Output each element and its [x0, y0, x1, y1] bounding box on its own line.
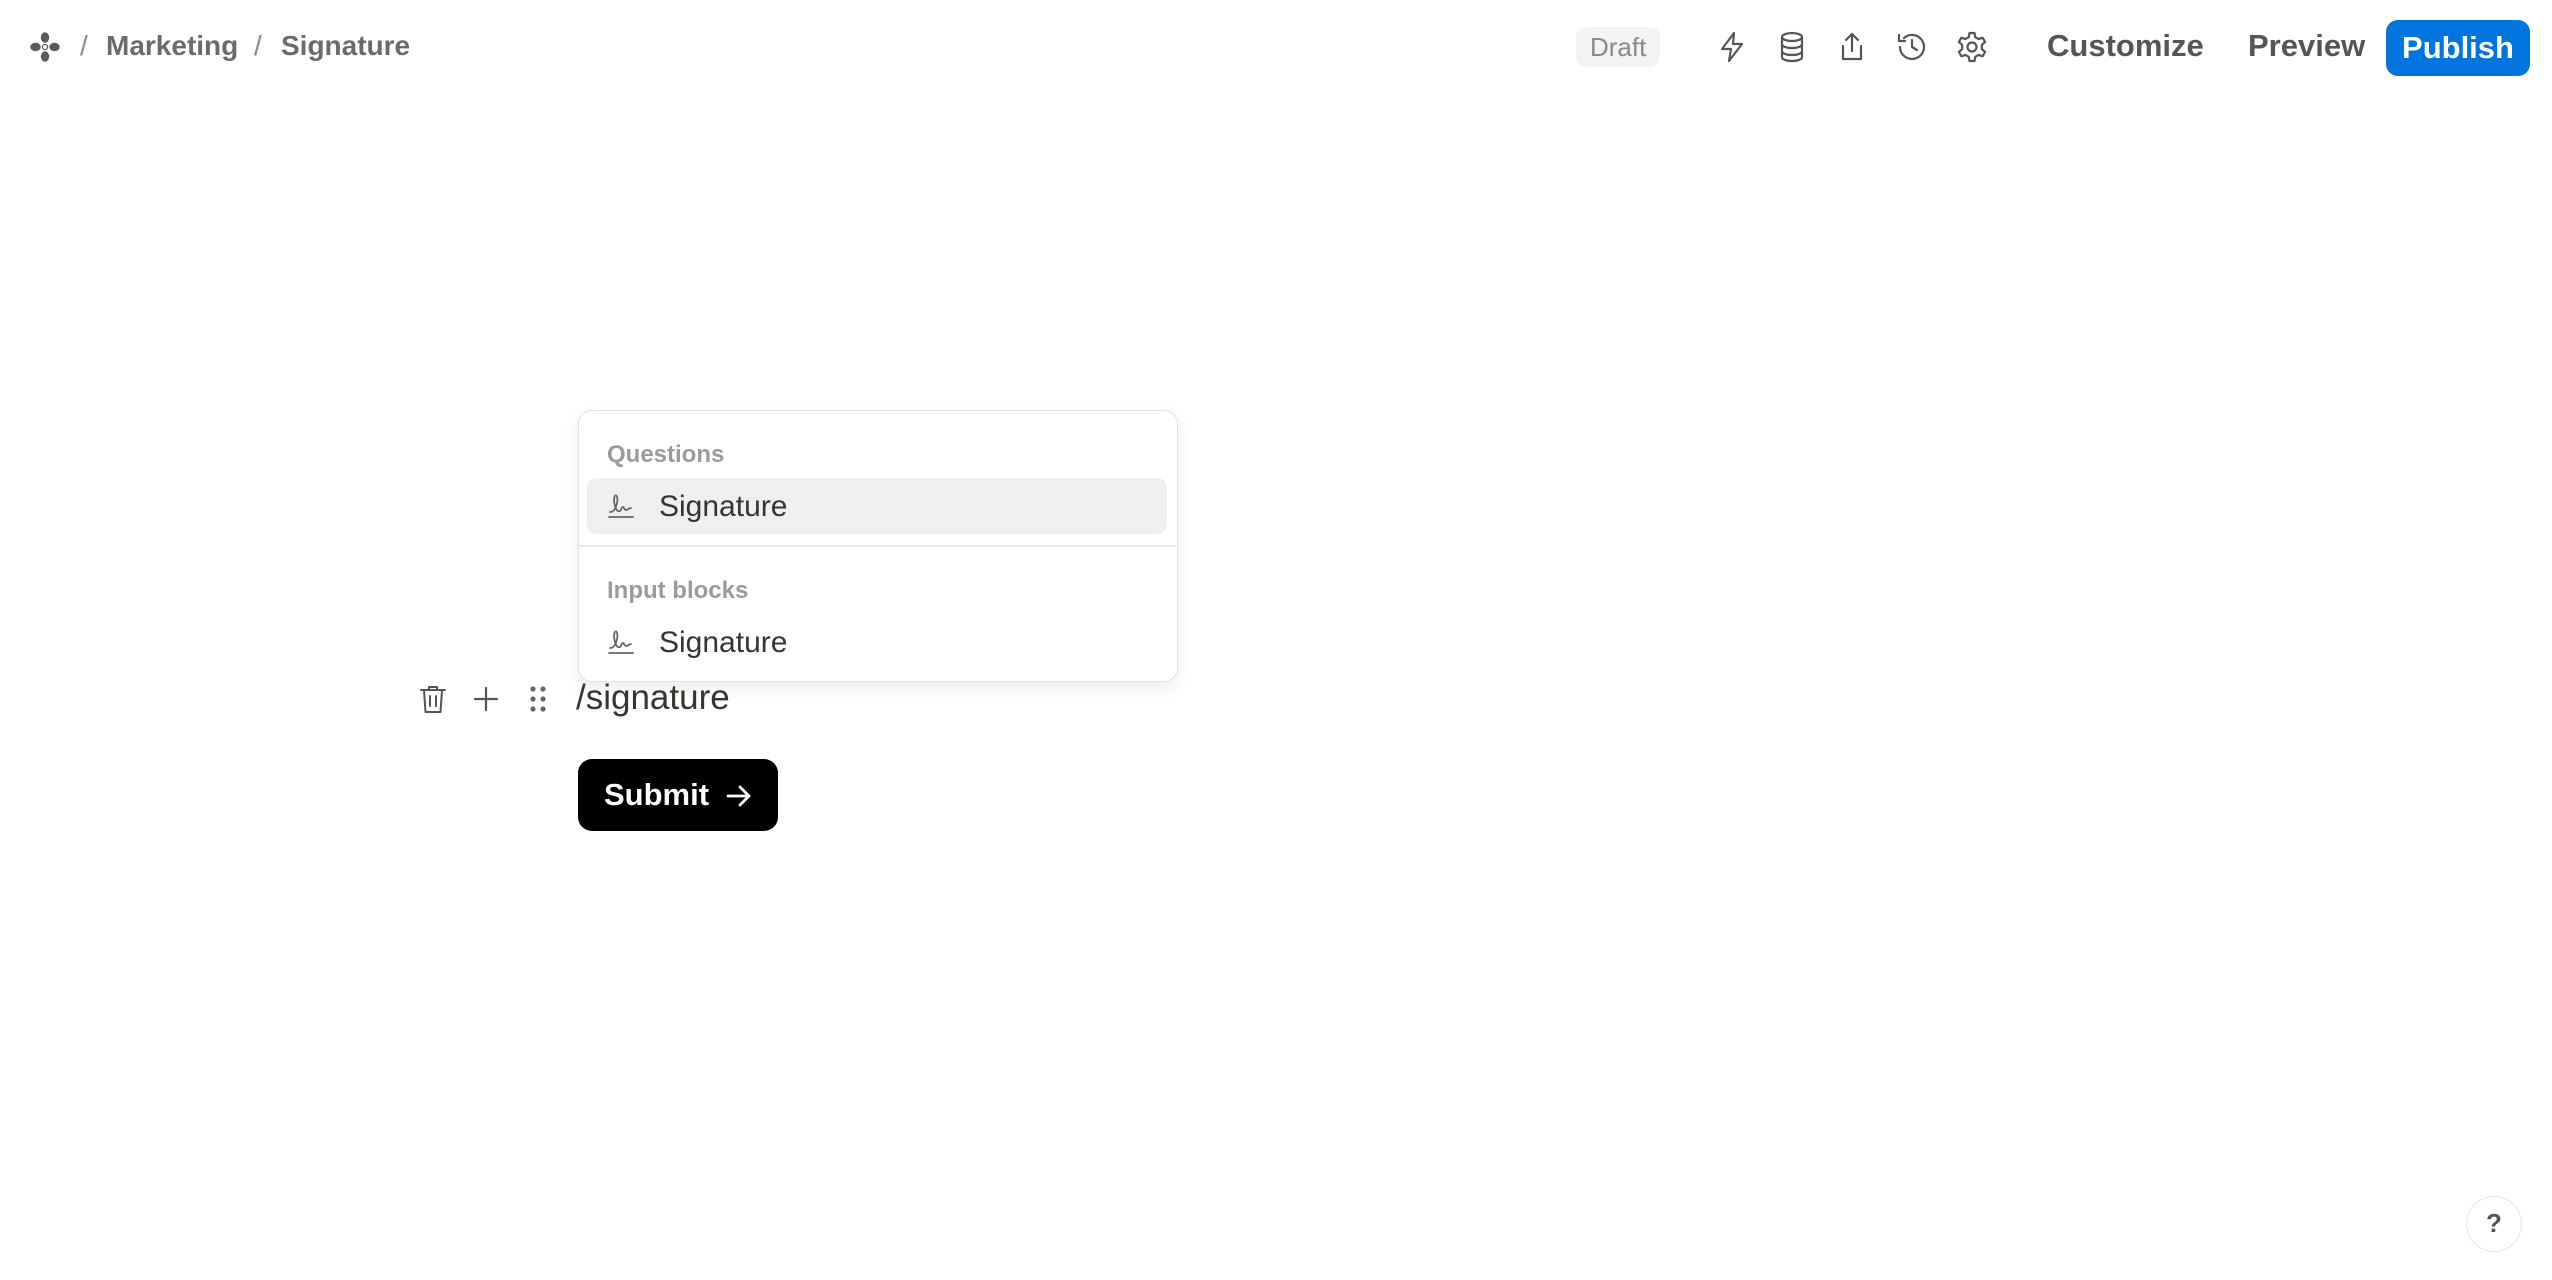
menu-section-header: Questions [607, 441, 725, 468]
workspace-logo-icon[interactable] [28, 30, 62, 64]
history-icon[interactable] [1895, 30, 1929, 64]
database-icon[interactable] [1775, 30, 1809, 64]
help-button[interactable]: ? [2466, 1196, 2522, 1252]
page: / Marketing / Signature Draft Customize … [0, 0, 2552, 1280]
breadcrumb-page[interactable]: Signature [281, 30, 410, 62]
drag-handle-icon[interactable] [521, 682, 555, 716]
customize-button[interactable]: Customize [2047, 28, 2204, 64]
breadcrumb-separator: / [80, 30, 88, 61]
block-command-menu: Questions Signature Input blocks Signatu… [578, 410, 1178, 682]
submit-button[interactable]: Submit [578, 759, 778, 831]
menu-item-signature-question[interactable]: Signature [587, 478, 1167, 534]
add-block-icon[interactable] [469, 682, 503, 716]
settings-icon[interactable] [1955, 30, 1989, 64]
signature-icon [605, 626, 637, 658]
breadcrumb-workspace[interactable]: Marketing [106, 30, 238, 62]
menu-section-header: Input blocks [607, 577, 749, 604]
menu-item-label: Signature [659, 626, 788, 659]
breadcrumb-separator: / [254, 30, 262, 61]
menu-item-signature-input-block[interactable]: Signature [587, 614, 1167, 670]
top-bar: / Marketing / Signature Draft Customize … [0, 0, 2552, 96]
share-icon[interactable] [1835, 30, 1869, 64]
block-command-input[interactable]: /signature [576, 678, 730, 718]
lightning-icon[interactable] [1715, 30, 1749, 64]
status-badge: Draft [1576, 27, 1661, 67]
submit-label: Submit [604, 777, 710, 812]
signature-icon [605, 490, 637, 522]
delete-block-icon[interactable] [416, 682, 450, 716]
menu-item-label: Signature [659, 490, 788, 523]
publish-button[interactable]: Publish [2386, 20, 2530, 76]
menu-divider [579, 545, 1176, 547]
arrow-right-icon [724, 781, 754, 811]
preview-button[interactable]: Preview [2248, 28, 2365, 64]
